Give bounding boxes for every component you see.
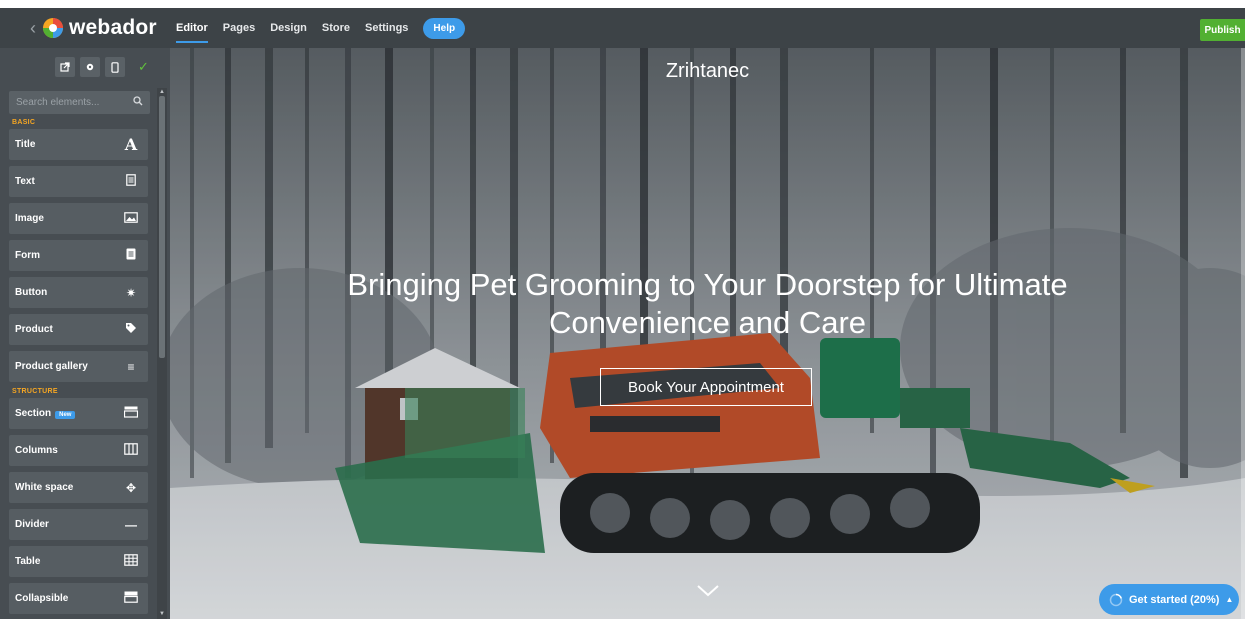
progress-ring-icon [1109,593,1123,606]
element-title[interactable]: Title A [9,129,148,160]
nav-pages[interactable]: Pages [223,8,255,48]
element-label: Product gallery [15,361,88,372]
element-label: Text [15,176,35,187]
element-collapsible[interactable]: Collapsible [9,583,148,614]
main-nav: Editor Pages Design Store Settings Help [176,8,466,48]
columns-icon [124,443,138,458]
text-icon [124,174,138,189]
new-badge: New [55,411,76,419]
help-button[interactable]: Help [423,17,466,39]
brand: ‹ webador [0,8,170,48]
element-label-text: Section [15,408,52,419]
publish-button[interactable]: Publish [1200,19,1245,41]
top-bar: ‹ webador Editor Pages Design Store Sett… [0,8,1245,48]
element-label: Title [15,139,36,150]
element-product[interactable]: Product [9,314,148,345]
scroll-thumb[interactable] [159,96,165,358]
gear-icon[interactable] [80,57,100,77]
nav-store[interactable]: Store [322,8,350,48]
divider-icon: — [125,517,137,532]
canvas-scrollbar[interactable] [1241,48,1245,619]
image-icon [124,211,138,226]
nav-editor[interactable]: Editor [176,8,208,48]
table-icon [124,554,138,569]
element-label: Divider [15,519,49,530]
book-appointment-button[interactable]: Book Your Appointment [600,368,812,406]
basic-section-label: BASIC [12,119,36,126]
element-product-gallery[interactable]: Product gallery ≡ [9,351,148,382]
form-icon [124,248,138,263]
element-label: Table [15,556,41,567]
brand-name: webador [69,16,157,39]
element-table[interactable]: Table [9,546,148,577]
site-title[interactable]: Zrihtanec [170,60,1245,83]
title-icon: A [124,135,138,154]
element-form[interactable]: Form [9,240,148,271]
elements-sidebar: ✓ BASIC Title A Text Image Form [0,48,170,619]
mobile-preview-icon[interactable] [105,57,125,77]
element-label: Image [15,213,44,224]
back-chevron-icon[interactable]: ‹ [30,19,36,37]
element-label: Columns [15,445,58,456]
chevron-down-icon[interactable] [696,584,720,598]
element-image[interactable]: Image [9,203,148,234]
search-input[interactable] [16,97,116,108]
nav-settings[interactable]: Settings [365,8,408,48]
collapsible-icon [124,591,138,606]
button-icon: ✷ [125,285,137,300]
element-text[interactable]: Text [9,166,148,197]
search-elements[interactable] [9,91,150,114]
sidebar-toolbar: ✓ [0,48,170,86]
element-section[interactable]: Section New [9,398,148,429]
get-started-button[interactable]: Get started (20%) ▲ [1099,584,1239,615]
element-button[interactable]: Button ✷ [9,277,148,308]
search-icon[interactable] [133,96,143,109]
website-canvas: Zrihtanec Bringing Pet Grooming to Your … [170,48,1245,619]
element-label: Section New [15,408,76,419]
check-icon: ✓ [138,59,149,74]
element-white-space[interactable]: White space ✥ [9,472,148,503]
tag-icon [124,322,138,337]
element-label: Button [15,287,48,298]
element-divider[interactable]: Divider — [9,509,148,540]
element-label: Collapsible [15,593,69,604]
element-label: White space [15,482,74,493]
nav-design[interactable]: Design [270,8,307,48]
get-started-label: Get started (20%) [1129,593,1220,606]
element-label: Form [15,250,40,261]
external-link-icon[interactable] [55,57,75,77]
structure-section-label: STRUCTURE [12,388,58,395]
element-columns[interactable]: Columns [9,435,148,466]
scroll-down-icon[interactable]: ▼ [159,611,165,617]
white-space-icon: ✥ [125,480,137,495]
scroll-up-icon[interactable]: ▲ [159,89,165,95]
element-label: Product [15,324,53,335]
section-icon [123,406,139,421]
list-icon: ≡ [127,359,135,374]
webador-logo-icon [43,18,63,38]
hero-headline[interactable]: Bringing Pet Grooming to Your Doorstep f… [260,266,1155,342]
sidebar-scrollbar[interactable]: ▲ ▼ [157,88,167,619]
element-list: BASIC Title A Text Image Form Button ✷ [0,88,155,619]
caret-up-icon: ▲ [1225,595,1234,604]
